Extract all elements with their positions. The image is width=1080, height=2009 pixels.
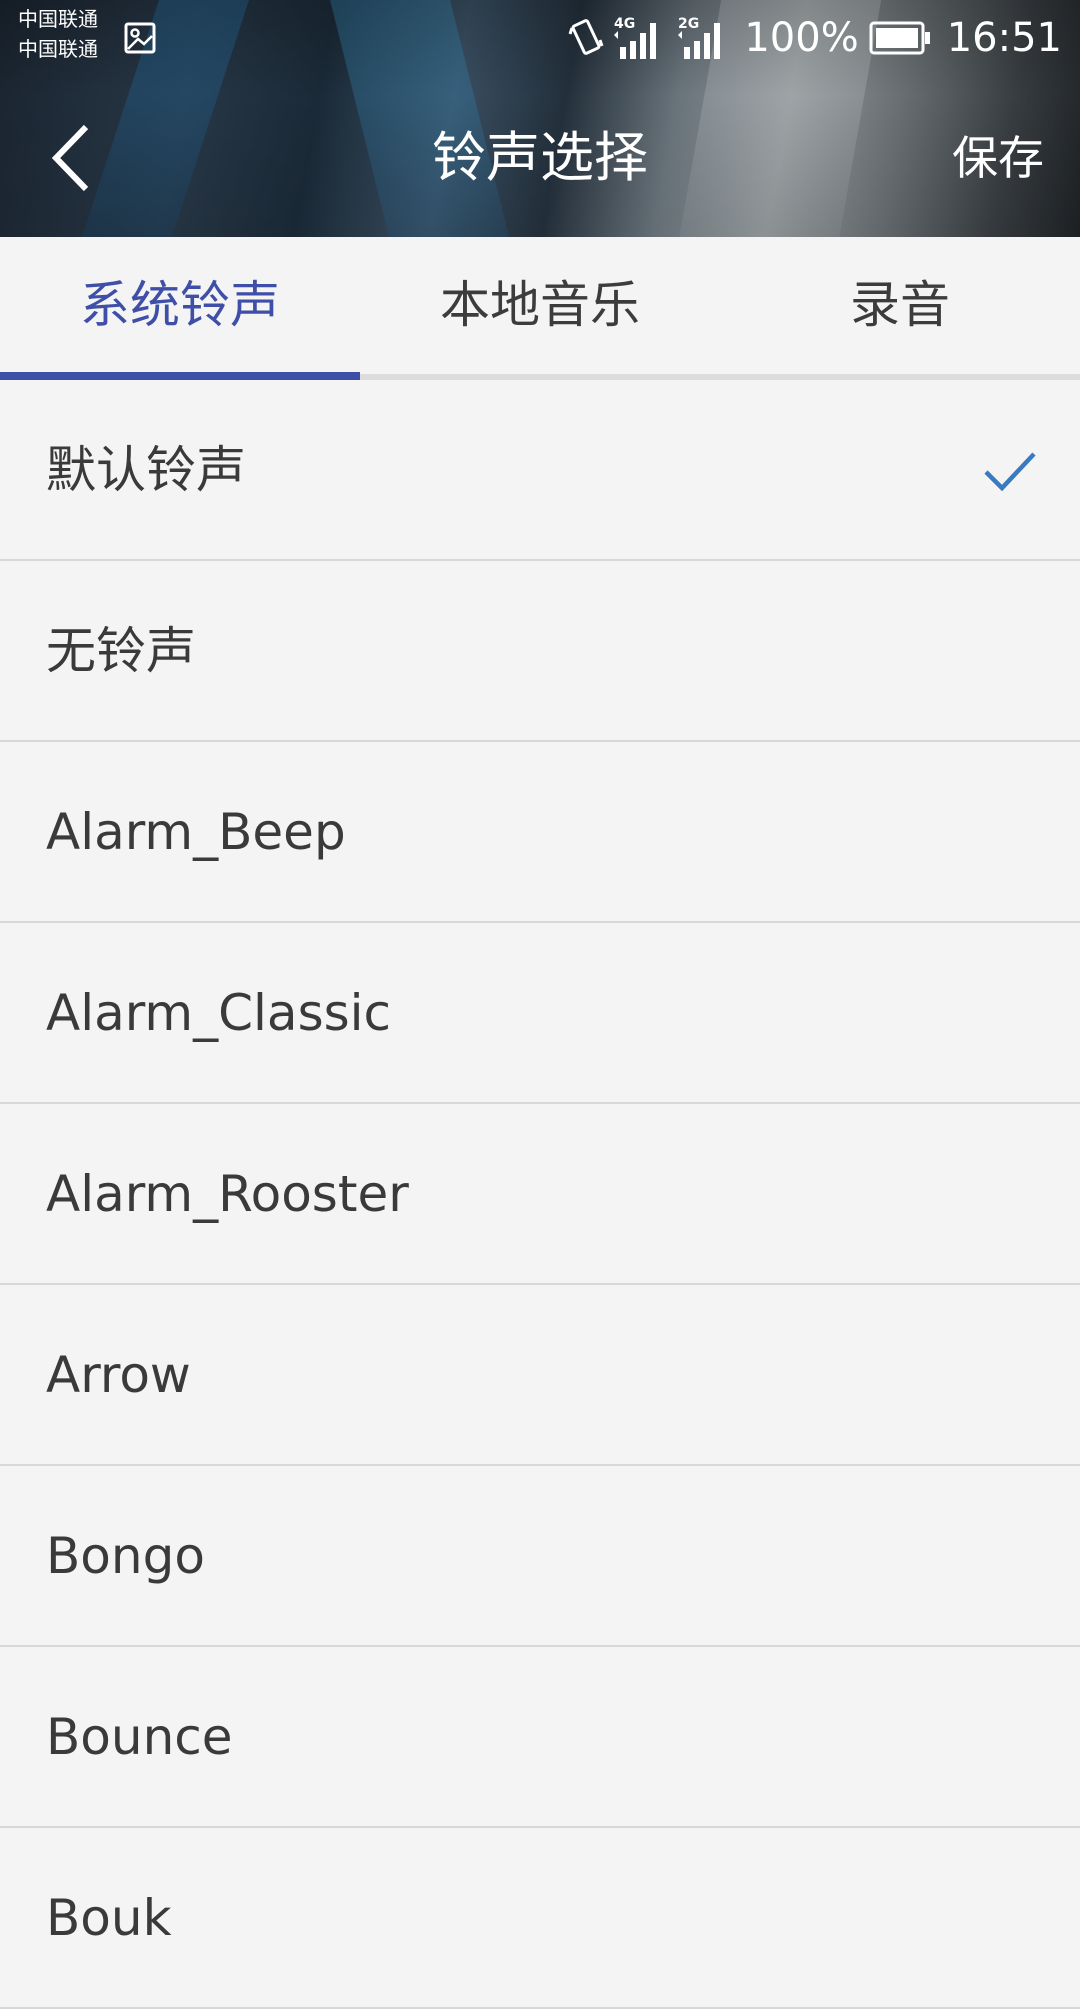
ringtone-label: Bongo (46, 1527, 205, 1585)
ringtone-label: Bouk (46, 1889, 172, 1947)
network-1-label: 4G (614, 16, 635, 32)
image-notification-icon (124, 22, 156, 54)
chevron-left-icon (51, 124, 89, 192)
list-item[interactable]: Alarm_Beep (0, 742, 1080, 923)
list-item[interactable]: 无铃声 (0, 561, 1080, 742)
carrier-labels: 中国联通 中国联通 (18, 4, 98, 64)
ringtone-label: Alarm_Beep (46, 803, 346, 861)
tab-bar: 系统铃声 本地音乐 录音 (0, 237, 1080, 378)
ringtone-label: Bounce (46, 1708, 233, 1766)
network-2-label: 2G (678, 16, 699, 32)
signal-4g-icon: 4G (614, 15, 668, 61)
ringtone-label: 无铃声 (46, 622, 196, 680)
save-button[interactable]: 保存 (952, 118, 1044, 198)
check-icon (984, 452, 1036, 492)
ringtone-label: Alarm_Classic (46, 984, 392, 1042)
list-item[interactable]: Bouk (0, 1828, 1080, 2009)
vibrate-icon (568, 18, 604, 58)
battery-percentage: 100% (744, 15, 859, 61)
ringtone-label: Arrow (46, 1346, 191, 1404)
signal-2g-icon: 2G (678, 15, 732, 61)
list-item[interactable]: 默认铃声 (0, 380, 1080, 561)
carrier-2-label: 中国联通 (18, 37, 98, 61)
header: 中国联通 中国联通 4G 2G 100% 16:51 铃声选择 保存 (0, 0, 1080, 237)
carrier-1-label: 中国联通 (18, 7, 98, 31)
list-item[interactable]: Arrow (0, 1285, 1080, 1466)
back-button[interactable] (40, 118, 100, 198)
ringtone-label: Alarm_Rooster (46, 1165, 409, 1223)
list-item[interactable]: Bounce (0, 1647, 1080, 1828)
status-icons: 4G 2G 100% 16:51 (558, 0, 1062, 76)
tab-system-ringtones[interactable]: 系统铃声 (0, 237, 360, 378)
list-item[interactable]: Bongo (0, 1466, 1080, 1647)
list-item[interactable]: Alarm_Rooster (0, 1104, 1080, 1285)
ringtone-list: 默认铃声 无铃声 Alarm_Beep Alarm_Classic Alarm_… (0, 380, 1080, 2009)
battery-icon (869, 21, 931, 55)
tab-local-music[interactable]: 本地音乐 (360, 237, 720, 378)
list-item[interactable]: Alarm_Classic (0, 923, 1080, 1104)
active-tab-indicator (0, 372, 360, 380)
tab-recordings[interactable]: 录音 (720, 237, 1080, 378)
clock: 16:51 (946, 15, 1062, 61)
status-bar: 中国联通 中国联通 4G 2G 100% 16:51 (0, 0, 1080, 76)
ringtone-label: 默认铃声 (46, 441, 246, 499)
